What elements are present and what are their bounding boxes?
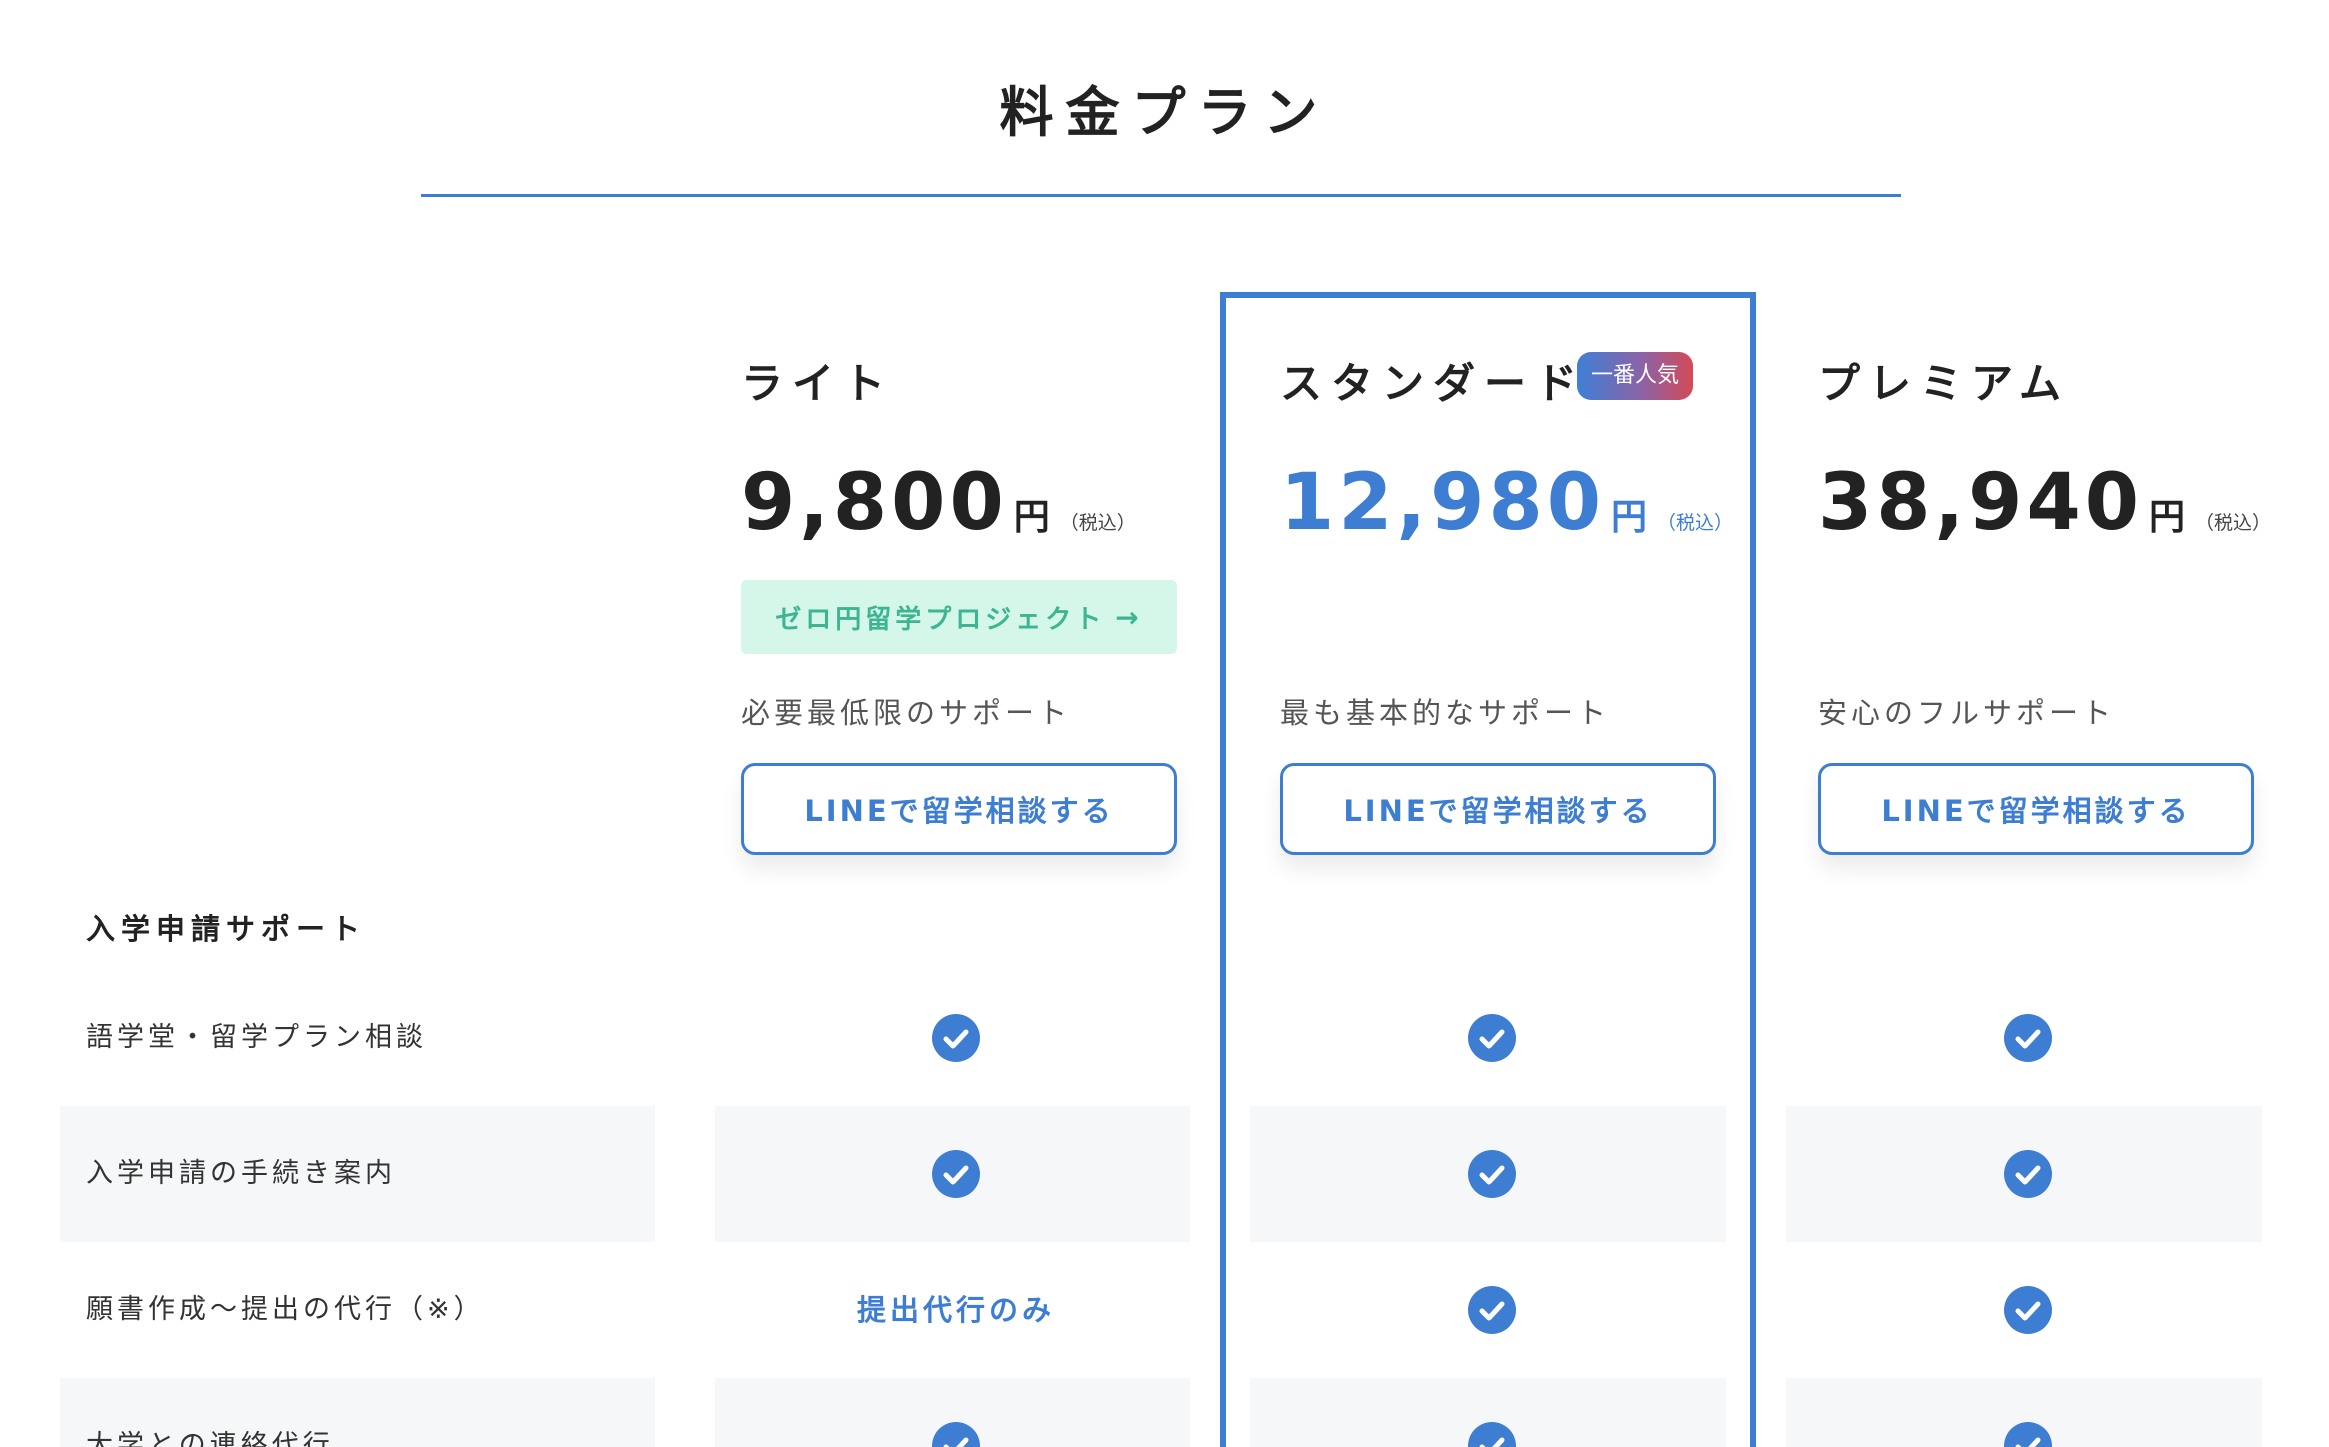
check-icon — [2004, 1286, 2052, 1334]
feature-label: 語学堂・留学プラン相談 — [86, 1022, 427, 1053]
project-button-label: ゼロ円留学プロジェクト — [775, 604, 1106, 635]
title-divider — [421, 194, 1901, 197]
plan-price: 38,940 円 （税込） — [1818, 458, 2271, 548]
line-consult-button-standard[interactable]: LINEで留学相談する — [1280, 763, 1716, 855]
check-icon — [1468, 1422, 1516, 1447]
plan-price: 9,800 円 （税込） — [741, 458, 1136, 548]
check-icon — [2004, 1422, 2052, 1447]
price-tax-note: （税込） — [1657, 512, 1734, 534]
feature-row: 語学堂・留学プラン相談 — [0, 970, 2329, 1106]
price-tax-note: （税込） — [2195, 512, 2272, 534]
price-tax-note: （税込） — [1059, 512, 1136, 534]
feature-row: 大学との連絡代行 — [0, 1378, 2329, 1447]
check-icon — [932, 1150, 980, 1198]
feature-label: 大学との連絡代行 — [86, 1430, 334, 1447]
check-icon — [932, 1422, 980, 1447]
zero-yen-project-button[interactable]: ゼロ円留学プロジェクト → — [741, 580, 1177, 654]
price-unit: 円 — [1611, 497, 1648, 538]
check-icon — [1468, 1286, 1516, 1334]
feature-row: 入学申請の手続き案内 — [0, 1106, 2329, 1242]
feature-row: 願書作成〜提出の代行（※） 提出代行のみ — [0, 1242, 2329, 1378]
plan-description: 最も基本的なサポート — [1280, 696, 1611, 730]
feature-value-text: 提出代行のみ — [856, 1293, 1055, 1327]
line-consult-button-light[interactable]: LINEで留学相談する — [741, 763, 1177, 855]
price-amount: 9,800 — [741, 458, 1008, 548]
plan-name: プレミアム — [1818, 359, 2071, 408]
check-icon — [2004, 1150, 2052, 1198]
price-amount: 38,940 — [1818, 458, 2143, 548]
line-consult-button-premium[interactable]: LINEで留学相談する — [1818, 763, 2254, 855]
popular-badge: 一番人気 — [1577, 352, 1694, 400]
feature-label: 願書作成〜提出の代行（※） — [86, 1294, 485, 1325]
price-unit: 円 — [1013, 497, 1050, 538]
page-title: 料金プラン — [999, 81, 1330, 144]
check-icon — [2004, 1014, 2052, 1062]
plan-description: 安心のフルサポート — [1818, 696, 2116, 730]
check-icon — [1468, 1150, 1516, 1198]
plan-name: ライト — [741, 359, 895, 408]
price-unit: 円 — [2149, 497, 2186, 538]
price-amount: 12,980 — [1280, 458, 1605, 548]
section-title: 入学申請サポート — [86, 912, 367, 946]
plan-description: 必要最低限のサポート — [741, 696, 1072, 730]
feature-label: 入学申請の手続き案内 — [86, 1158, 396, 1189]
arrow-right-icon: → — [1115, 600, 1143, 634]
plan-price: 12,980 円 （税込） — [1280, 458, 1733, 548]
check-icon — [932, 1014, 980, 1062]
plan-name: スタンダード — [1280, 359, 1587, 408]
check-icon — [1468, 1014, 1516, 1062]
